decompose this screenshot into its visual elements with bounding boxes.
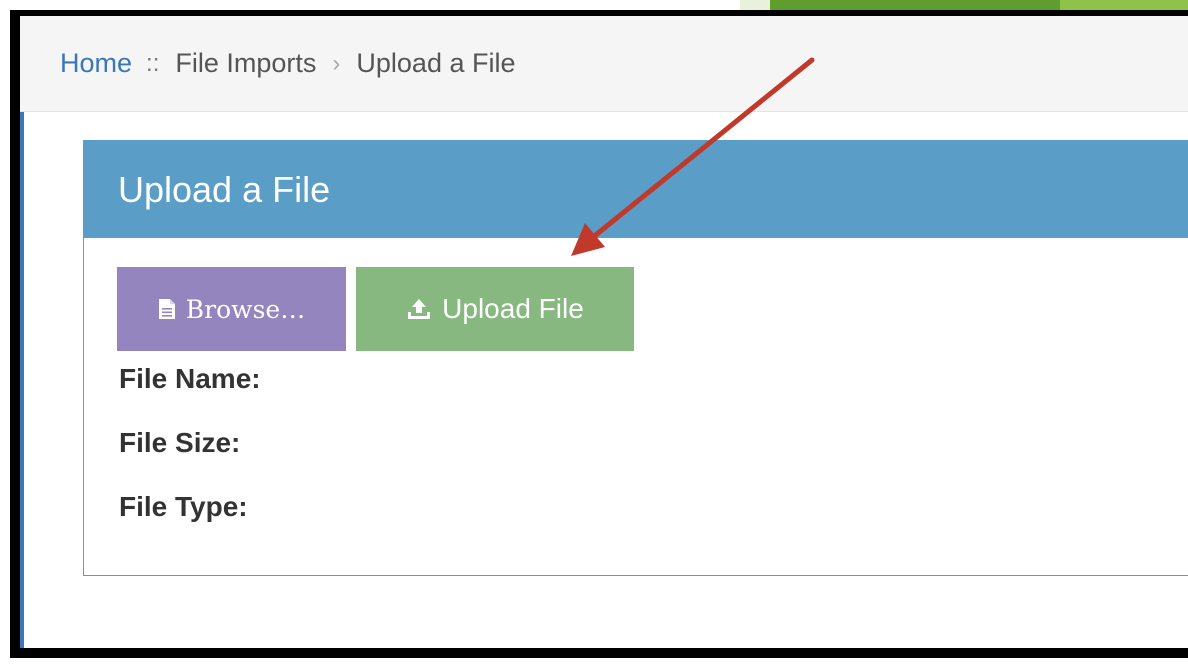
- upload-icon: [406, 297, 432, 321]
- upload-panel: Upload a File Browse… Upload File File N…: [83, 140, 1188, 576]
- breadcrumb: Home :: File Imports › Upload a File: [20, 16, 1188, 112]
- chevron-right-icon: ›: [332, 49, 341, 77]
- file-icon: [158, 298, 176, 320]
- upload-button-label: Upload File: [442, 293, 584, 324]
- file-type-label: File Type:: [119, 491, 248, 522]
- button-row: Browse… Upload File: [117, 267, 634, 351]
- panel-header: Upload a File: [84, 141, 1188, 238]
- left-accent-border: [20, 112, 24, 648]
- panel-title: Upload a File: [118, 168, 331, 210]
- breadcrumb-current: Upload a File: [356, 48, 516, 78]
- file-size-label: File Size:: [119, 427, 241, 458]
- breadcrumb-section: File Imports: [175, 48, 317, 78]
- breadcrumb-separator: ::: [146, 49, 160, 77]
- file-name-label: File Name:: [119, 363, 261, 394]
- slide-stage: Home :: File Imports › Upload a File Upl…: [0, 0, 1188, 668]
- browse-button[interactable]: Browse…: [117, 267, 346, 351]
- upload-file-button[interactable]: Upload File: [356, 267, 634, 351]
- screenshot-frame: Home :: File Imports › Upload a File Upl…: [10, 10, 1188, 658]
- browse-button-label: Browse…: [185, 294, 306, 324]
- breadcrumb-home-link[interactable]: Home: [60, 48, 132, 79]
